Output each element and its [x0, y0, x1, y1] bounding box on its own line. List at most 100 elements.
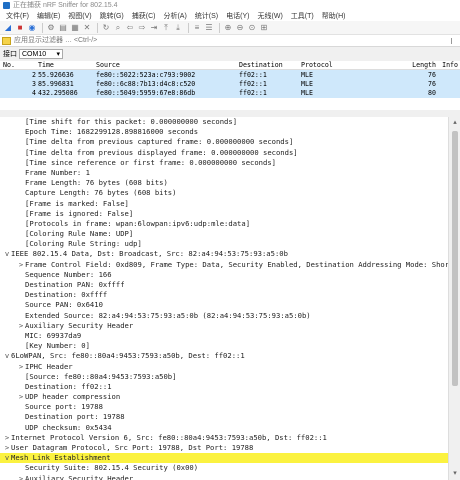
- shark-fin-start-icon[interactable]: ◢: [3, 23, 13, 33]
- restart-icon[interactable]: ◉: [27, 23, 37, 33]
- column-header-source[interactable]: Source: [96, 61, 239, 69]
- tree-item[interactable]: [Frame is ignored: False]: [0, 209, 448, 219]
- expand-toggle-closed-icon[interactable]: >: [17, 474, 25, 480]
- expand-toggle-closed-icon[interactable]: >: [17, 392, 25, 402]
- menu-item[interactable]: 跳转(G): [96, 11, 128, 21]
- expand-toggle-closed-icon[interactable]: >: [17, 260, 25, 270]
- tree-item[interactable]: Source port: 19788: [0, 402, 448, 412]
- app-logo-icon: [3, 1, 10, 9]
- tree-item-label: Source PAN: 0x6410: [25, 300, 103, 310]
- tree-item[interactable]: Epoch Time: 1682299128.898816000 seconds: [0, 127, 448, 137]
- tree-item[interactable]: [Time since reference or first frame: 0.…: [0, 158, 448, 168]
- tree-item[interactable]: Security Suite: 802.15.4 Security (0x00): [0, 463, 448, 473]
- go-to-packet-icon[interactable]: ⇥: [149, 23, 159, 33]
- interface-select[interactable]: COM10 ▾: [19, 49, 63, 59]
- save-file-icon[interactable]: ▦: [70, 23, 80, 33]
- tree-item[interactable]: [Frame is marked: False]: [0, 199, 448, 209]
- table-row[interactable]: 2 55.926636 fe80::5022:523a:c793:9002 ff02:…: [0, 70, 460, 80]
- expand-toggle-closed-icon[interactable]: >: [17, 362, 25, 372]
- tree-item[interactable]: UDP checksum: 0x5434: [0, 423, 448, 433]
- tree-item[interactable]: v IEEE 802.15.4 Data, Dst: Broadcast, Src…: [0, 249, 448, 259]
- expand-toggle-open-icon[interactable]: v: [3, 249, 11, 259]
- table-row[interactable]: 4 432.295086 fe80::5049:5959:67e8:86db ff02…: [0, 88, 460, 99]
- column-header-destination[interactable]: Destination: [239, 61, 301, 69]
- tree-item[interactable]: [Key Number: 0]: [0, 341, 448, 351]
- tree-item[interactable]: Source PAN: 0x6410: [0, 300, 448, 310]
- tree-item-label: [Source: fe80::80a4:9453:7593:a50b]: [25, 371, 177, 381]
- scroll-down-arrow-icon[interactable]: ▾: [451, 470, 459, 478]
- tree-item[interactable]: [Coloring Rule Name: UDP]: [0, 229, 448, 239]
- tree-item[interactable]: MIC: 69937da9: [0, 331, 448, 341]
- expand-toggle-open-icon[interactable]: v: [3, 453, 11, 463]
- tree-item[interactable]: Extended Source: 82:a4:94:53:75:93:a5:0b…: [0, 311, 448, 321]
- column-header-no[interactable]: No.: [0, 61, 38, 69]
- menu-item[interactable]: 分析(A): [159, 11, 190, 21]
- find-packet-icon[interactable]: ⌕: [113, 23, 123, 33]
- scroll-up-arrow-icon[interactable]: ▴: [451, 119, 459, 127]
- tree-item[interactable]: > Frame Control Field: 0xd809, Frame Type…: [0, 260, 448, 270]
- tree-item[interactable]: > Auxiliary Security Header: [0, 321, 448, 331]
- zoom-reset-icon[interactable]: ⊙: [247, 23, 257, 33]
- close-file-icon[interactable]: ✕: [82, 23, 92, 33]
- expand-toggle-closed-icon[interactable]: >: [3, 433, 11, 443]
- first-packet-icon[interactable]: ⤒: [161, 23, 171, 33]
- tree-item[interactable]: > Internet Protocol Version 6, Src: fe80:…: [0, 433, 448, 443]
- tree-item[interactable]: Destination port: 19788: [0, 412, 448, 422]
- tree-item[interactable]: > UDP header compression: [0, 392, 448, 402]
- pane-splitter[interactable]: [0, 110, 460, 117]
- menu-item[interactable]: 文件(F): [2, 11, 33, 21]
- expand-toggle-closed-icon[interactable]: >: [3, 443, 11, 453]
- tree-item[interactable]: Sequence Number: 166: [0, 270, 448, 280]
- menu-item[interactable]: 无线(W): [254, 11, 287, 21]
- reload-icon[interactable]: ↻: [101, 23, 111, 33]
- menu-item[interactable]: 工具(T): [287, 11, 318, 21]
- tree-item[interactable]: v 6LoWPAN, Src: fe80::80a4:9453:7593:a50b…: [0, 351, 448, 361]
- column-header-protocol[interactable]: Protocol: [301, 61, 411, 69]
- tree-item[interactable]: > IPHC Header: [0, 362, 448, 372]
- go-forward-icon[interactable]: ⇨: [137, 23, 147, 33]
- tree-item[interactable]: Capture Length: 76 bytes (608 bits): [0, 188, 448, 198]
- filter-apply-arrow-icon[interactable]: [451, 37, 457, 44]
- tree-item[interactable]: > User Datagram Protocol, Src Port: 19788…: [0, 443, 448, 453]
- tree-item[interactable]: Frame Number: 1: [0, 168, 448, 178]
- bookmark-filter-icon[interactable]: [2, 36, 11, 45]
- auto-scroll-icon[interactable]: ≡: [192, 23, 202, 33]
- tree-item[interactable]: > Auxiliary Security Header: [0, 474, 448, 480]
- menu-item[interactable]: 帮助(H): [318, 11, 350, 21]
- tree-item[interactable]: [Protocols in frame: wpan:6lowpan:ipv6:u…: [0, 219, 448, 229]
- column-header-info[interactable]: Info: [436, 61, 458, 69]
- column-header-time[interactable]: Time: [38, 61, 96, 69]
- zoom-out-icon[interactable]: ⊖: [235, 23, 245, 33]
- resize-columns-icon[interactable]: ⊞: [259, 23, 269, 33]
- expand-toggle-closed-icon[interactable]: >: [17, 321, 25, 331]
- colorize-icon[interactable]: ☰: [204, 23, 214, 33]
- tree-item[interactable]: Destination: ff02::1: [0, 382, 448, 392]
- menu-item[interactable]: 捕获(C): [128, 11, 160, 21]
- column-header-length[interactable]: Length: [411, 61, 436, 69]
- go-back-icon[interactable]: ⇦: [125, 23, 135, 33]
- menu-item[interactable]: 编辑(E): [33, 11, 64, 21]
- stop-icon[interactable]: ■: [15, 23, 25, 33]
- table-row[interactable]: 3 85.996831 fe80::6c88:7b13:d4c8:c520 ff02:…: [0, 79, 460, 89]
- options-gear-icon[interactable]: ⚙: [46, 23, 56, 33]
- tree-item[interactable]: v Mesh Link Establishment: [0, 453, 448, 464]
- display-filter-input[interactable]: 应用显示过滤器 … <Ctrl-/>: [14, 36, 451, 46]
- tree-item[interactable]: [Source: fe80::80a4:9453:7593:a50b]: [0, 372, 448, 382]
- tree-item[interactable]: Destination: 0xffff: [0, 290, 448, 300]
- open-file-icon[interactable]: ▤: [58, 23, 68, 33]
- tree-item[interactable]: [Coloring Rule String: udp]: [0, 239, 448, 249]
- menu-item[interactable]: 电话(Y): [222, 11, 253, 21]
- menu-item[interactable]: 统计(S): [191, 11, 222, 21]
- tree-item[interactable]: [Time delta from previous displayed fram…: [0, 148, 448, 158]
- expand-toggle-open-icon[interactable]: v: [3, 351, 11, 361]
- zoom-in-icon[interactable]: ⊕: [223, 23, 233, 33]
- tree-item[interactable]: [Time delta from previous captured frame…: [0, 137, 448, 147]
- last-packet-icon[interactable]: ⤓: [173, 23, 183, 33]
- menu-item[interactable]: 视图(V): [64, 11, 95, 21]
- tree-item[interactable]: Frame Length: 76 bytes (608 bits): [0, 178, 448, 188]
- cell-time: 55.926636: [38, 70, 74, 79]
- tree-item[interactable]: [Time shift for this packet: 0.000000000…: [0, 117, 448, 127]
- tree-item[interactable]: Destination PAN: 0xffff: [0, 280, 448, 290]
- details-scrollbar[interactable]: ▴ ▾: [448, 117, 460, 480]
- scrollbar-thumb[interactable]: [452, 131, 458, 386]
